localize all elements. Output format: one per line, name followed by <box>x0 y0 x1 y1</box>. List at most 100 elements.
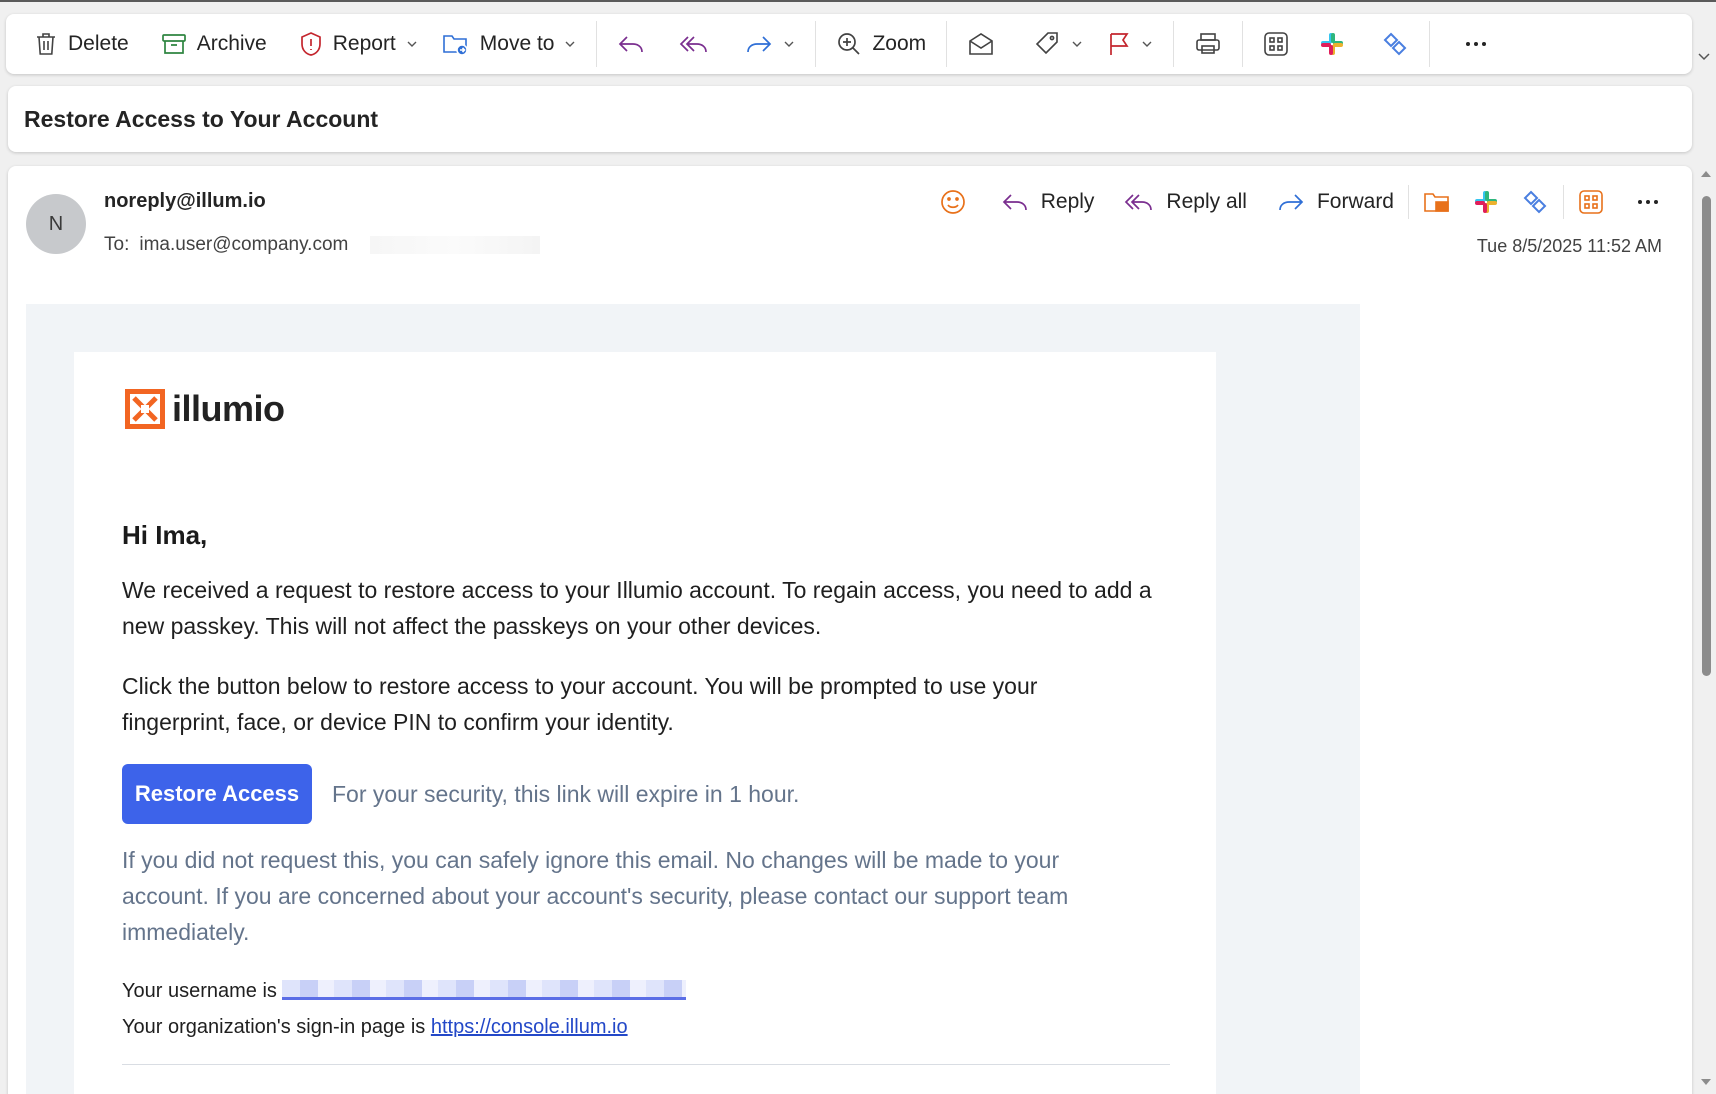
window-top-border <box>0 0 1716 2</box>
apps-grid-icon <box>1579 190 1603 214</box>
report-label: Report <box>332 32 396 55</box>
signin-line: Your organization's sign-in page is http… <box>122 1016 628 1039</box>
reply-all-icon <box>1125 194 1153 211</box>
archive-button[interactable]: Archive <box>153 24 275 64</box>
logo-wordmark: illumio <box>172 388 285 429</box>
apps-button[interactable] <box>1255 24 1297 64</box>
email-subject: Restore Access to Your Account <box>8 86 1692 152</box>
ribbon-expand-chevron-icon[interactable] <box>1696 48 1712 64</box>
restore-access-button[interactable]: Restore Access <box>122 764 312 824</box>
forward-toolbar-button[interactable] <box>737 24 803 64</box>
command-toolbar: Delete Archive Report Move to Zoom <box>6 14 1692 74</box>
body-paragraph-3: If you did not request this, you can saf… <box>122 847 1069 945</box>
zoom-icon <box>838 33 861 55</box>
footer-divider <box>122 1064 1170 1065</box>
print-button[interactable] <box>1186 24 1230 64</box>
delete-label: Delete <box>68 32 129 55</box>
loop-button[interactable] <box>1513 188 1557 216</box>
reply-label: Reply <box>1040 190 1095 213</box>
delete-button[interactable]: Delete <box>26 24 137 64</box>
reply-button[interactable]: Reply <box>993 190 1103 214</box>
archive-label: Archive <box>196 32 267 55</box>
archive-icon <box>161 34 186 54</box>
report-button[interactable]: Report <box>291 24 426 64</box>
slack-button[interactable] <box>1465 189 1507 215</box>
redacted-recipients <box>370 236 541 254</box>
recipient-address[interactable]: ima.user@company.com <box>139 234 348 256</box>
signin-link[interactable]: https://console.illum.io <box>431 1016 628 1038</box>
slack-icon <box>1475 191 1497 213</box>
ellipsis-icon <box>1466 42 1487 46</box>
zoom-button[interactable]: Zoom <box>828 24 934 64</box>
reply-toolbar-button[interactable] <box>609 24 653 64</box>
reply-all-icon <box>680 36 708 53</box>
shield-warning-icon <box>300 32 321 56</box>
toolbar-separator <box>815 21 817 67</box>
toolbar-separator <box>946 21 948 67</box>
move-to-label: Move to <box>479 32 555 55</box>
toolbar-separator <box>596 21 598 67</box>
email-card: illumio Hi Ima, We received a request to… <box>74 352 1216 1094</box>
reply-all-toolbar-button[interactable] <box>671 24 717 64</box>
greeting: Hi Ima, <box>122 520 208 550</box>
redacted-username-link[interactable] <box>282 980 687 1000</box>
reply-all-label: Reply all <box>1166 190 1247 213</box>
forward-label: Forward <box>1316 190 1394 213</box>
chevron-down-icon[interactable] <box>783 38 795 50</box>
forward-button[interactable]: Forward <box>1269 190 1402 214</box>
zoom-label: Zoom <box>872 32 927 55</box>
diamond-link-icon <box>1523 190 1547 214</box>
envelope-open-icon <box>969 33 993 55</box>
more-actions-button[interactable] <box>1628 198 1668 206</box>
categorize-button[interactable] <box>1025 24 1091 64</box>
mark-read-button[interactable] <box>959 24 1003 64</box>
toolbar-separator <box>1429 21 1431 67</box>
username-prefix: Your username is <box>122 980 277 1002</box>
toolbar-separator <box>1173 21 1175 67</box>
sender-address[interactable]: noreply@illum.io <box>104 190 266 213</box>
chevron-down-icon[interactable] <box>1141 38 1153 50</box>
reply-all-button[interactable]: Reply all <box>1116 190 1255 214</box>
printer-icon <box>1196 33 1220 54</box>
scrollbar-thumb[interactable] <box>1702 196 1711 676</box>
chevron-down-icon[interactable] <box>406 38 418 50</box>
loop-button[interactable] <box>1373 24 1417 64</box>
illumio-mark-icon <box>125 389 165 429</box>
slack-button[interactable] <box>1311 24 1353 64</box>
toolbar-separator <box>1242 21 1244 67</box>
body-paragraph-1: We received a request to restore access … <box>122 577 1152 639</box>
recipient-line: To: ima.user@company.com <box>104 234 541 256</box>
chevron-down-icon[interactable] <box>564 38 576 50</box>
diamond-link-icon <box>1383 32 1407 56</box>
received-date: Tue 8/5/2025 11:52 AM <box>1476 236 1662 256</box>
move-to-button[interactable]: Move to <box>434 24 585 64</box>
tag-icon <box>1036 32 1058 55</box>
folder-mail-icon <box>1424 193 1449 212</box>
ellipsis-icon <box>1638 200 1658 204</box>
folder-move-icon <box>442 35 468 56</box>
actions-separator <box>1408 185 1409 219</box>
message-actions: Reply Reply all Forward <box>931 182 1668 222</box>
move-folder-button[interactable] <box>1415 189 1459 215</box>
flag-button[interactable] <box>1099 24 1161 64</box>
restore-row: Restore Access For your security, this l… <box>122 764 799 824</box>
illumio-logo: illumio <box>124 388 285 430</box>
trash-icon <box>37 33 55 55</box>
smiley-icon <box>940 190 965 214</box>
flag-icon <box>1110 33 1129 55</box>
slack-icon <box>1321 33 1344 55</box>
forward-icon <box>1279 194 1304 211</box>
react-button[interactable] <box>931 188 975 216</box>
reply-icon <box>619 36 644 53</box>
scroll-up-arrow-icon[interactable] <box>1697 168 1715 180</box>
expiry-note: For your security, this link will expire… <box>332 780 800 807</box>
chevron-down-icon[interactable] <box>1071 38 1083 50</box>
body-paragraph-2: Click the button below to restore access… <box>122 673 1038 735</box>
more-options-button[interactable] <box>1456 24 1496 64</box>
apps-button[interactable] <box>1570 189 1612 215</box>
signin-prefix: Your organization's sign-in page is <box>122 1016 426 1038</box>
sender-avatar[interactable]: N <box>26 194 86 254</box>
scroll-down-arrow-icon[interactable] <box>1697 1076 1715 1088</box>
username-line: Your username is <box>122 980 687 1003</box>
reply-icon <box>1002 194 1027 211</box>
